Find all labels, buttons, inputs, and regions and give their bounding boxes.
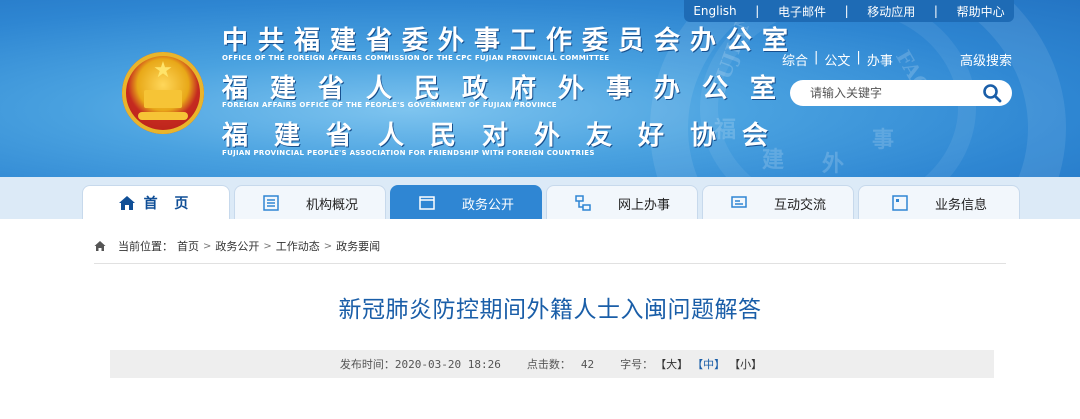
star-icon: ★ <box>153 58 173 83</box>
separator: | <box>814 50 819 65</box>
org-name-assoc: 福建省人民对外友好协会 <box>222 121 795 151</box>
nav-item-interaction[interactable]: 互动交流 <box>702 185 854 220</box>
separator: | <box>856 50 861 65</box>
publish-time-label: 发布时间： <box>339 358 395 371</box>
org-name-assoc-en: FUJIAN PROVINCIAL PEOPLE'S ASSOCIATION F… <box>222 149 595 157</box>
breadcrumb-separator: > <box>263 240 272 252</box>
folder-icon <box>419 196 435 210</box>
breadcrumb-prefix: 当前位置： <box>118 240 173 253</box>
nav-item-label: 网上办事 <box>617 197 670 213</box>
search-tab-services[interactable]: 办事 <box>867 50 893 69</box>
home-icon <box>94 241 106 251</box>
click-count-label: 点击数： <box>526 358 571 371</box>
top-utility-bar: English | 电子邮件 | 移动应用 | 帮助中心 <box>684 0 1014 22</box>
click-count: 42 <box>580 357 595 371</box>
nav-item-label: 政务公开 <box>461 197 514 213</box>
breadcrumb-home[interactable]: 首页 <box>177 238 199 254</box>
link-email[interactable]: 电子邮件 <box>778 3 826 20</box>
emblem-base <box>138 112 188 120</box>
watermark-char: 外 <box>822 151 845 177</box>
page-title: 新冠肺炎防控期间外籍人士入闽问题解答 <box>338 297 762 323</box>
list-icon <box>263 195 279 211</box>
search-box <box>790 80 1012 106</box>
search-tab-documents[interactable]: 公文 <box>824 50 850 69</box>
home-icon <box>118 196 135 210</box>
search-icon[interactable] <box>982 83 1002 103</box>
site-header: FUJIAN FAO 福 建 外 事 ★ 中共福建省委外事工作委员会办公室 OF… <box>0 0 1080 200</box>
separator: | <box>844 4 849 18</box>
breadcrumb-gov-affairs[interactable]: 政务公开 <box>215 238 259 254</box>
separator: | <box>933 4 938 18</box>
breadcrumb-separator: > <box>323 240 333 252</box>
nav-item-label: 业务信息 <box>934 197 987 213</box>
article-meta-bar: 发布时间： 2020-03-20 18:26 点击数： 42 字号： 【大】 【… <box>110 350 994 378</box>
nav-item-label: 机构概况 <box>305 197 358 213</box>
main-nav: 首 页 机构概况 政务公开 网上办事 互动交流 业务信息 <box>0 177 1080 220</box>
watermark-char: 事 <box>872 127 895 153</box>
nav-item-online-services[interactable]: 网上办事 <box>546 185 698 220</box>
link-english[interactable]: English <box>693 4 736 18</box>
breadcrumb-separator: > <box>203 240 212 252</box>
nav-item-label: 首 页 <box>143 196 195 212</box>
national-emblem[interactable]: ★ <box>122 52 204 134</box>
divider <box>94 263 1006 264</box>
publish-time: 2020-03-20 18:26 <box>394 357 501 371</box>
breadcrumb-work-updates[interactable]: 工作动态 <box>276 238 320 254</box>
breadcrumb-gov-news[interactable]: 政务要闻 <box>336 238 380 254</box>
font-size-medium-button[interactable]: 【中】 <box>692 356 725 372</box>
network-icon <box>575 195 591 211</box>
nav-item-business-info[interactable]: 业务信息 <box>858 185 1020 220</box>
org-name-cpc-en: OFFICE OF THE FOREIGN AFFAIRS COMMISSION… <box>222 54 610 62</box>
nav-item-label: 互动交流 <box>773 197 826 213</box>
org-name-gov-en: FOREIGN AFFAIRS OFFICE OF THE PEOPLE'S G… <box>222 101 557 109</box>
link-help-center[interactable]: 帮助中心 <box>957 3 1005 20</box>
font-size-large-button[interactable]: 【大】 <box>655 356 688 372</box>
search-input[interactable] <box>808 85 982 101</box>
font-size-small-button[interactable]: 【小】 <box>729 356 762 372</box>
window-icon <box>892 195 908 211</box>
breadcrumb: 当前位置： 首页 > 政务公开 > 工作动态 > 政务要闻 <box>94 238 380 254</box>
search-scope-tabs: 综合 | 公文 | 办事 <box>782 50 893 69</box>
font-size-label: 字号： <box>620 358 654 371</box>
nav-item-home[interactable]: 首 页 <box>82 185 230 220</box>
nav-item-gov-affairs[interactable]: 政务公开 <box>390 185 542 220</box>
link-mobile-app[interactable]: 移动应用 <box>867 3 915 20</box>
advanced-search-link[interactable]: 高级搜索 <box>960 50 1012 69</box>
gate-icon <box>144 90 182 108</box>
chat-icon <box>731 196 747 208</box>
org-name-cpc: 中共福建省委外事工作委员会办公室 <box>222 26 799 56</box>
org-name-gov: 福建省人民政府外事办公室 <box>222 74 799 104</box>
separator: | <box>755 4 760 18</box>
nav-item-about[interactable]: 机构概况 <box>234 185 386 220</box>
search-tab-all[interactable]: 综合 <box>782 50 808 69</box>
